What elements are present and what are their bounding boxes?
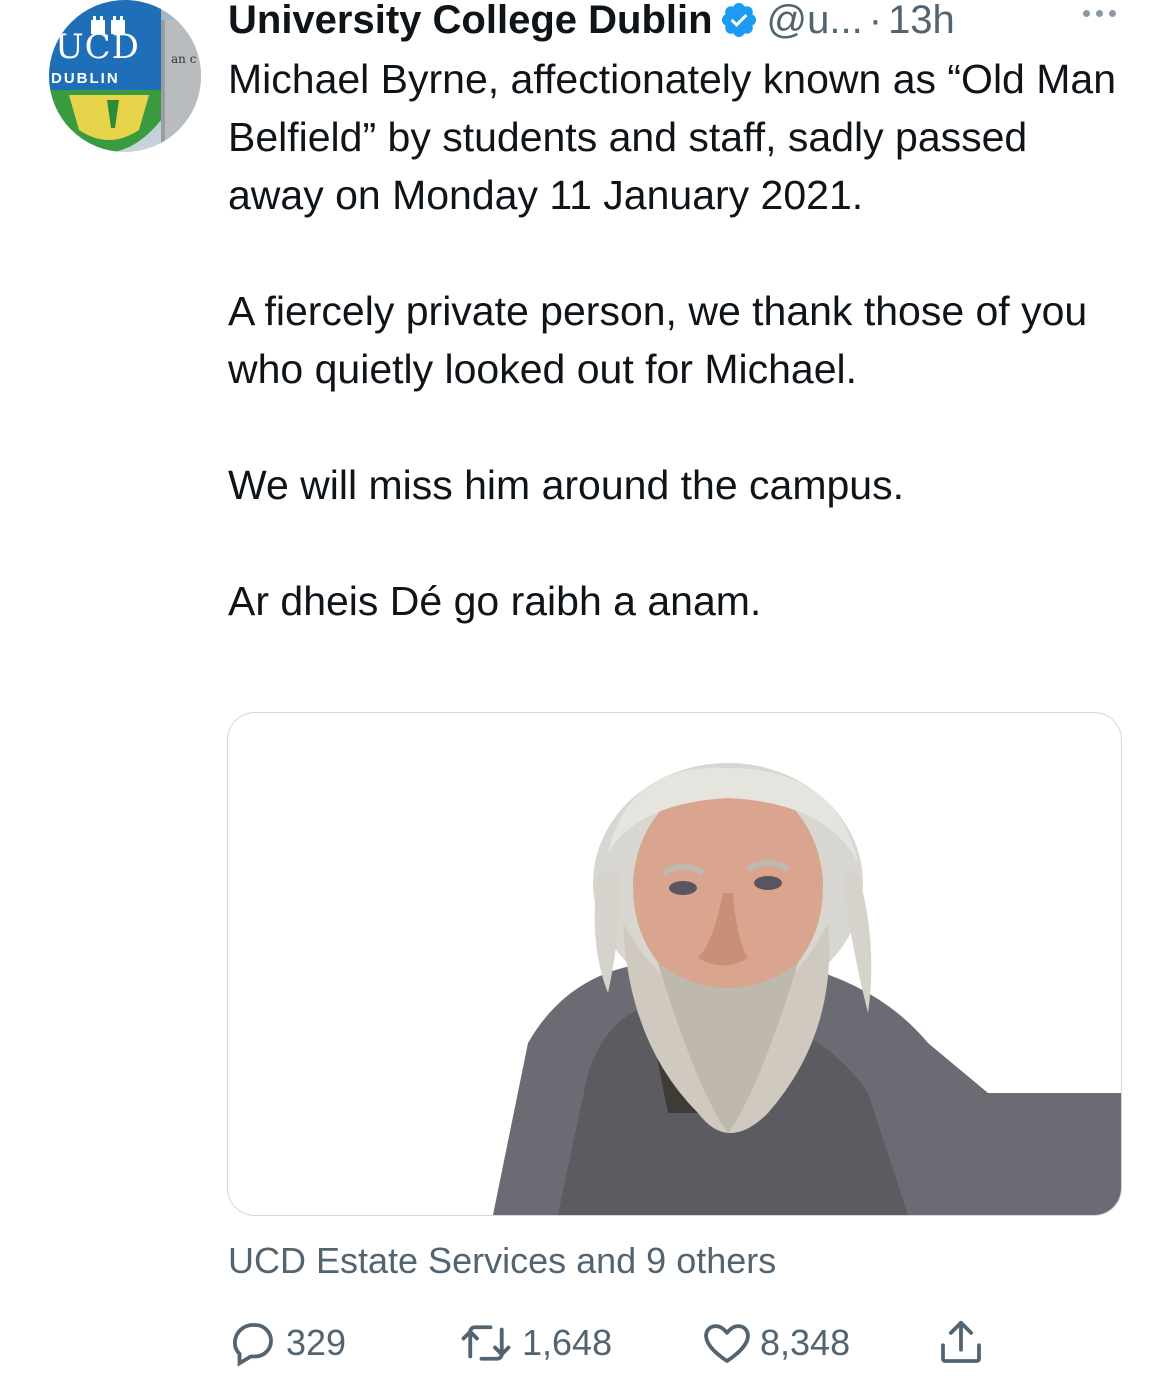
tweet-paragraph: A fiercely private person, we thank thos… bbox=[228, 288, 1088, 392]
like-button[interactable]: 8,348 bbox=[700, 1315, 850, 1371]
retweet-button[interactable]: 1,648 bbox=[456, 1315, 612, 1371]
retweet-icon bbox=[461, 1325, 511, 1361]
avatar-text: UCD bbox=[55, 27, 140, 67]
tweet-paragraph: We will miss him around the campus. bbox=[228, 462, 904, 508]
more-dot bbox=[1096, 10, 1103, 17]
more-dot bbox=[1083, 10, 1090, 17]
reply-count: 329 bbox=[286, 1322, 347, 1363]
old-man-photo bbox=[493, 763, 1121, 1215]
retweet-count: 1,648 bbox=[522, 1322, 613, 1363]
avatar-sign-text: an c bbox=[171, 52, 197, 66]
tweet-paragraph: Michael Byrne, affectionately known as “… bbox=[228, 56, 1117, 218]
separator-dot: · bbox=[868, 0, 883, 42]
tweet-text: Michael Byrne, affectionately known as “… bbox=[228, 50, 1128, 630]
tweet-timestamp[interactable]: 13h bbox=[888, 0, 955, 46]
reply-button[interactable]: 329 bbox=[226, 1315, 346, 1371]
more-dot bbox=[1109, 10, 1116, 17]
tweet-paragraph: Ar dheis Dé go raibh a anam. bbox=[228, 578, 762, 624]
heart-icon bbox=[704, 1324, 750, 1363]
reply-icon bbox=[233, 1323, 273, 1367]
account-avatar[interactable]: UCD DUBLIN an c bbox=[49, 0, 201, 152]
tagged-users[interactable]: UCD Estate Services and 9 others bbox=[228, 1240, 776, 1282]
tweet-header: University College Dublin @u... · 13h bbox=[228, 0, 1130, 46]
share-button[interactable] bbox=[934, 1315, 988, 1371]
avatar-subtext: DUBLIN bbox=[51, 70, 120, 87]
verified-badge-icon bbox=[719, 0, 759, 40]
tweet-actions: 329 1,648 8,348 bbox=[226, 1315, 1006, 1371]
share-icon bbox=[941, 1320, 981, 1363]
more-options-icon[interactable] bbox=[1083, 10, 1116, 17]
tweet-photo[interactable] bbox=[227, 712, 1122, 1216]
like-count: 8,348 bbox=[760, 1322, 851, 1363]
account-handle[interactable]: @u... bbox=[767, 0, 863, 46]
display-name[interactable]: University College Dublin bbox=[228, 0, 713, 46]
